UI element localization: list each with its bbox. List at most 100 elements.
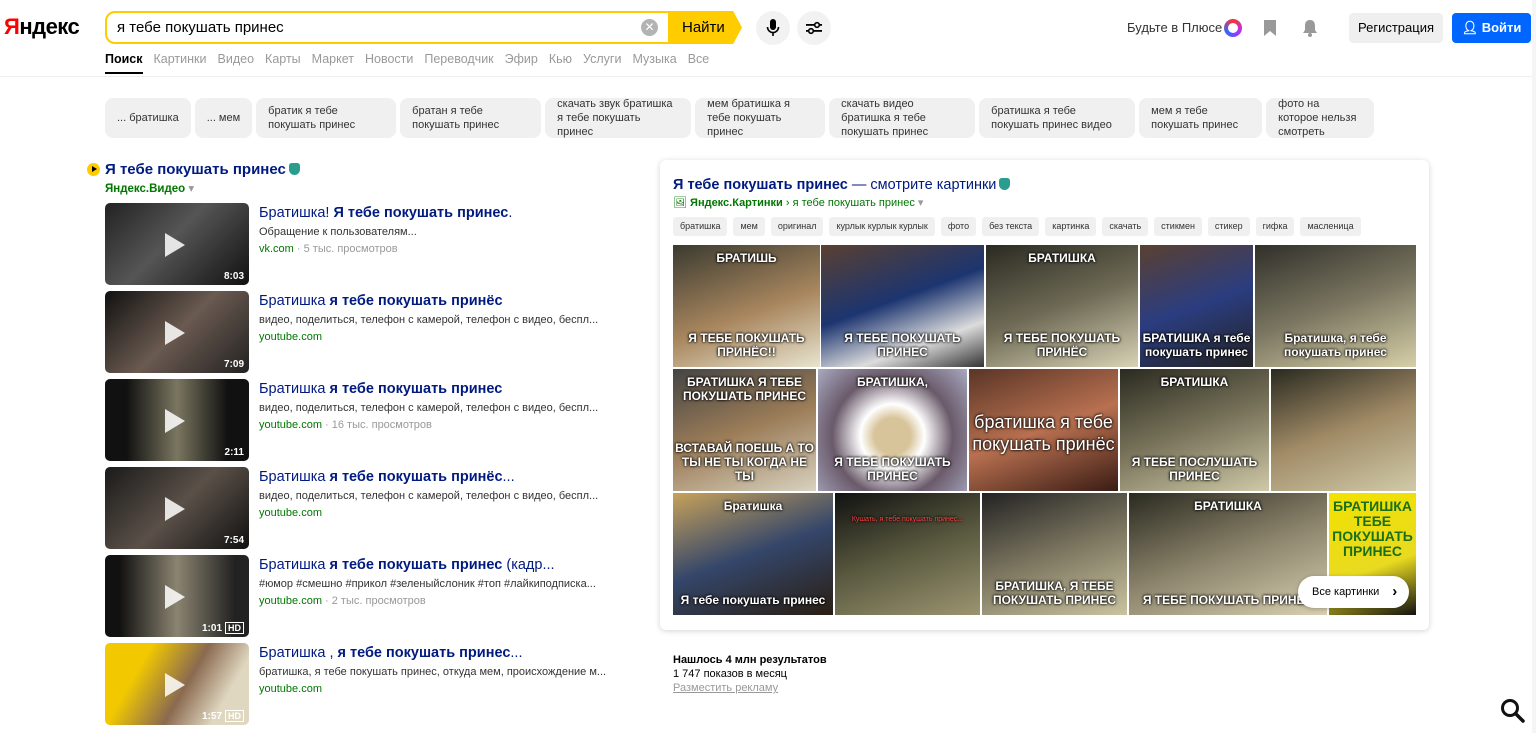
tab-images[interactable]: Картинки xyxy=(154,52,207,74)
video-site[interactable]: vk.com xyxy=(259,243,294,255)
image-tag-chip[interactable]: гифка xyxy=(1255,217,1295,236)
plus-icon[interactable] xyxy=(1224,19,1242,37)
bell-icon[interactable] xyxy=(1302,19,1318,37)
related-chip[interactable]: фото на которое нельзя смотреть xyxy=(1266,98,1375,138)
image-tag-chip[interactable]: стикмен xyxy=(1154,217,1202,236)
hd-badge: HD xyxy=(225,710,244,722)
image-tag-chip[interactable]: оригинал xyxy=(770,217,824,236)
video-result[interactable]: 7:54 Братишка я тебе покушать принёс... ви… xyxy=(105,467,625,549)
register-button[interactable]: Регистрация xyxy=(1349,13,1443,43)
search-stats: Нашлось 4 млн результатов 1 747 показов … xyxy=(673,653,827,695)
image-tag-chip[interactable]: братишка xyxy=(673,217,728,236)
tab-q[interactable]: Кью xyxy=(549,52,572,74)
tab-news[interactable]: Новости xyxy=(365,52,413,74)
video-site[interactable]: youtube.com xyxy=(259,331,322,343)
video-meta: youtube.com xyxy=(259,331,322,343)
search-input[interactable] xyxy=(107,13,627,42)
video-block-title[interactable]: Я тебе покушать принес xyxy=(105,161,300,178)
related-chip[interactable]: ... мем xyxy=(194,98,253,138)
yandex-logo[interactable]: Яндекс xyxy=(4,14,80,40)
image-tag-chip[interactable]: масленица xyxy=(1300,217,1361,236)
related-chip[interactable]: мем братишка я тебе покушать принес xyxy=(695,98,826,138)
voice-search-button[interactable] xyxy=(756,11,790,45)
video-site[interactable]: youtube.com xyxy=(259,507,322,519)
filters-button[interactable] xyxy=(797,11,831,45)
video-site[interactable]: youtube.com xyxy=(259,595,322,607)
logo-letter: Я xyxy=(4,14,20,39)
tab-video[interactable]: Видео xyxy=(218,52,255,74)
related-chip[interactable]: братик я тебе покушать принес xyxy=(256,98,397,138)
video-play-icon xyxy=(87,163,100,176)
image-tag-chip[interactable]: стикер xyxy=(1207,217,1250,236)
video-thumbnail[interactable]: 7:54 xyxy=(105,467,249,549)
login-button[interactable]: 👤︎ Войти xyxy=(1452,13,1531,43)
image-thumbnail[interactable]: БРАТИШКА Я ТЕБЕ ПОКУШАТЬ ПРИНЕС xyxy=(1129,493,1327,615)
image-tag-chip[interactable]: фото xyxy=(940,217,977,236)
video-title[interactable]: Братишка я тебе покушать принёс xyxy=(259,293,503,309)
video-result[interactable]: 1:01 HD Братишка я тебе покушать принес (к… xyxy=(105,555,625,637)
search-box[interactable]: ✕ xyxy=(105,11,670,44)
image-tag-chip[interactable]: картинка xyxy=(1045,217,1097,236)
image-tag-chip[interactable]: скачать xyxy=(1102,217,1149,236)
image-thumbnail[interactable]: БРАТИШЬ Я ТЕБЕ ПОКУШАТЬ ПРИНЁС!! xyxy=(673,245,820,367)
video-title[interactable]: Братишка я тебе покушать принес (кадр... xyxy=(259,557,555,573)
video-thumbnail[interactable]: 7:09 xyxy=(105,291,249,373)
tab-music[interactable]: Музыка xyxy=(632,52,676,74)
video-thumbnail[interactable]: 1:01 HD xyxy=(105,555,249,637)
images-card-title[interactable]: Я тебе покушать принес — смотрите картин… xyxy=(673,177,1011,193)
video-block-source[interactable]: Яндекс.Видео ▾ xyxy=(105,181,194,195)
tab-services[interactable]: Услуги xyxy=(583,52,621,74)
video-site[interactable]: youtube.com xyxy=(259,683,322,695)
related-chip[interactable]: скачать видео братишка я тебе покушать п… xyxy=(829,98,976,138)
clear-icon[interactable]: ✕ xyxy=(641,19,658,36)
image-thumbnail[interactable]: братишка я тебе покушать принёс xyxy=(969,369,1118,491)
image-thumbnail[interactable]: БРАТИШКА я тебе покушать принес xyxy=(1140,245,1253,367)
image-thumbnail[interactable]: Братишка, я тебе покушать принес xyxy=(1255,245,1416,367)
video-thumbnail[interactable]: 2:11 xyxy=(105,379,249,461)
tab-market[interactable]: Маркет xyxy=(312,52,354,74)
video-site[interactable]: youtube.com xyxy=(259,419,322,431)
image-thumbnail[interactable]: БРАТИШКА Я ТЕБЕ ПОКУШАТЬ ПРИНЁС xyxy=(986,245,1138,367)
video-title[interactable]: Братишка я тебе покушать принёс... xyxy=(259,469,515,485)
image-caption-bottom: Я ТЕБЕ ПОКУШАТЬ ПРИНЕС xyxy=(834,455,951,483)
bookmark-icon[interactable] xyxy=(1263,19,1277,37)
video-thumbnail[interactable]: 1:57 HD xyxy=(105,643,249,725)
scrollbar[interactable] xyxy=(1532,0,1536,733)
image-thumbnail[interactable]: Братишка Я тебе покушать принес xyxy=(673,493,833,615)
image-thumbnail[interactable]: БРАТИШКА Я ТЕБЕ ПОСЛУШАТЬ ПРИНЕС xyxy=(1120,369,1269,491)
image-thumbnail[interactable]: Я ТЕБЕ ПОКУШАТЬ ПРИНЕС xyxy=(821,245,984,367)
image-thumbnail[interactable]: БРАТИШКА, Я ТЕБЕ ПОКУШАТЬ ПРИНЕС xyxy=(982,493,1127,615)
image-tag-chip[interactable]: курлык курлык курлык xyxy=(829,217,935,236)
find-button[interactable]: Найти xyxy=(668,11,742,44)
video-title[interactable]: Братишка я тебе покушать принес xyxy=(259,381,502,397)
tab-maps[interactable]: Карты xyxy=(265,52,301,74)
related-chip[interactable]: мем я тебе покушать принес xyxy=(1139,98,1263,138)
image-thumbnail[interactable] xyxy=(1271,369,1416,491)
image-tag-chip[interactable]: без текста xyxy=(982,217,1040,236)
image-tag-chip[interactable]: мем xyxy=(733,217,765,236)
video-title[interactable]: Братишка , я тебе покушать принес... xyxy=(259,645,522,661)
search-icon[interactable] xyxy=(1500,698,1526,724)
place-ad-link[interactable]: Разместить рекламу xyxy=(673,681,827,695)
tab-all[interactable]: Все xyxy=(688,52,710,74)
video-thumbnail[interactable]: 8:03 xyxy=(105,203,249,285)
all-images-button[interactable]: Все картинки › xyxy=(1298,576,1410,608)
related-chip[interactable]: братан я тебе покушать принес xyxy=(400,98,542,138)
video-result[interactable]: 1:57 HD Братишка , я тебе покушать принес.… xyxy=(105,643,625,725)
video-result[interactable]: 8:03 Братишка! Я тебе покушать принес. Обр… xyxy=(105,203,625,285)
video-title[interactable]: Братишка! Я тебе покушать принес. xyxy=(259,205,512,221)
tab-efir[interactable]: Эфир xyxy=(505,52,538,74)
tab-translate[interactable]: Переводчик xyxy=(424,52,493,74)
image-thumbnail[interactable]: БРАТИШКА Я ТЕБЕ ПОКУШАТЬ ПРИНЕС ВСТАВАЙ П… xyxy=(673,369,816,491)
images-card-source[interactable]: 🖼︎ Яндекс.Картинки › я тебе покушать при… xyxy=(673,196,923,209)
microphone-icon xyxy=(766,19,780,36)
related-chip[interactable]: скачать звук братишка я тебе покушать пр… xyxy=(545,98,692,138)
video-result[interactable]: 2:11 Братишка я тебе покушать принес видео… xyxy=(105,379,625,461)
tab-search[interactable]: Поиск xyxy=(105,52,143,74)
video-result[interactable]: 7:09 Братишка я тебе покушать принёс видео… xyxy=(105,291,625,373)
image-thumbnail[interactable]: Кушать, я тебе покушать принес... xyxy=(835,493,980,615)
related-chip[interactable]: ... братишка xyxy=(105,98,191,138)
plus-link[interactable]: Будьте в Плюсе xyxy=(1127,20,1222,35)
related-chip[interactable]: братишка я тебе покушать принес видео xyxy=(979,98,1136,138)
image-thumbnail[interactable]: БРАТИШКА, Я ТЕБЕ ПОКУШАТЬ ПРИНЕС xyxy=(818,369,967,491)
